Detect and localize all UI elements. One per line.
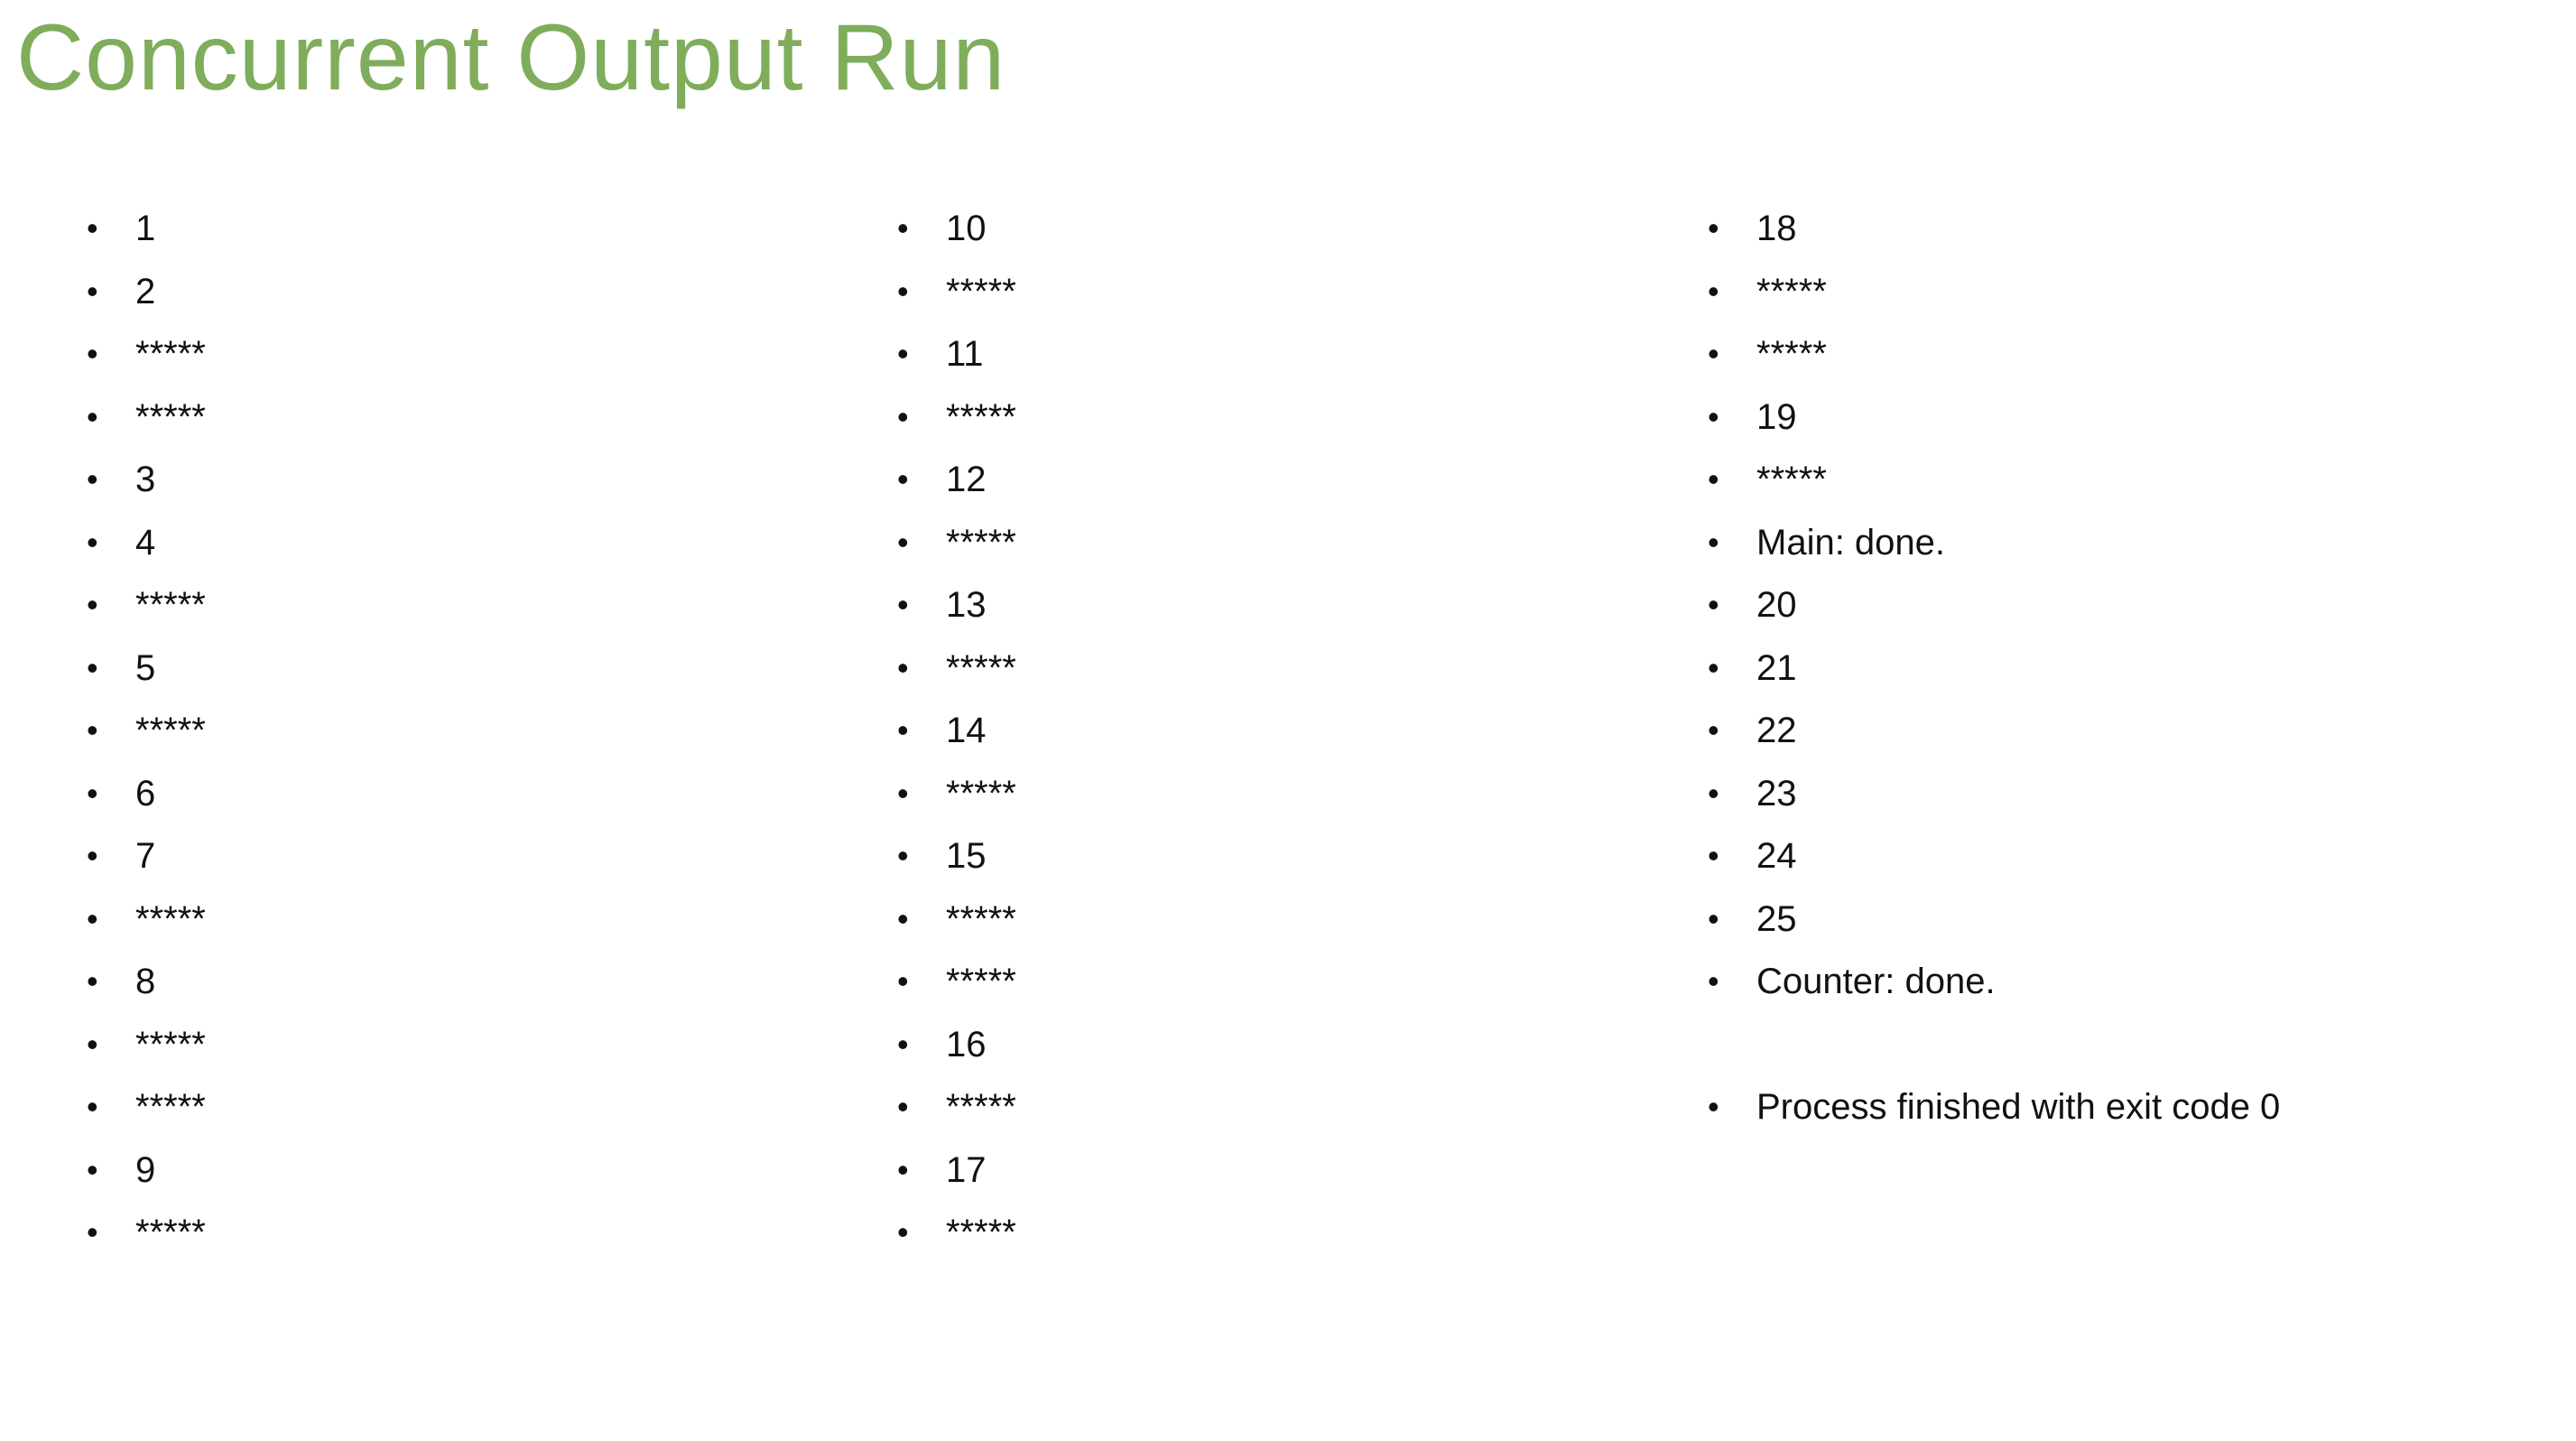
output-line: ***** [87,708,206,771]
output-line: ***** [87,1022,206,1085]
output-line: 2 [87,269,206,332]
output-line: ***** [897,959,1016,1022]
output-line: 23 [1708,771,2280,834]
output-line: ***** [87,1210,206,1273]
output-line: ***** [897,395,1016,458]
output-line: ***** [87,582,206,646]
output-line: 6 [87,771,206,834]
output-line: ***** [897,269,1016,332]
output-line: ***** [87,331,206,395]
output-line: 20 [1708,582,2280,646]
output-line: 7 [87,833,206,897]
output-line: 4 [87,520,206,583]
output-line: 5 [87,646,206,709]
output-line: 3 [87,457,206,520]
output-line: ***** [1708,269,2280,332]
output-line: 19 [1708,395,2280,458]
output-line: ***** [897,1084,1016,1148]
output-line: 12 [897,457,1016,520]
counter-done-line: Counter: done. [1708,959,2280,1022]
output-line: 22 [1708,708,2280,771]
output-line: ***** [897,771,1016,834]
output-line: 24 [1708,833,2280,897]
output-line: 11 [897,331,1016,395]
output-line: ***** [897,1210,1016,1273]
output-line: 17 [897,1148,1016,1211]
output-line: ***** [1708,457,2280,520]
output-line: 15 [897,833,1016,897]
output-line: ***** [87,1084,206,1148]
output-line: 21 [1708,646,2280,709]
output-line: ***** [87,897,206,960]
output-line: 25 [1708,897,2280,960]
output-line: ***** [87,395,206,458]
output-line: 10 [897,206,1016,269]
output-line: ***** [897,897,1016,960]
output-line: ***** [1708,331,2280,395]
output-column-1: 1 2 ***** ***** 3 4 ***** 5 ***** 6 7 **… [87,206,206,1273]
process-finished-line: Process finished with exit code 0 [1708,1084,2280,1148]
output-column-3: 18 ***** ***** 19 ***** Main: done. 20 2… [1708,206,2280,1148]
output-line: 13 [897,582,1016,646]
output-line: 8 [87,959,206,1022]
output-line: 16 [897,1022,1016,1085]
output-column-2: 10 ***** 11 ***** 12 ***** 13 ***** 14 *… [897,206,1016,1273]
output-line: ***** [897,646,1016,709]
output-line: 9 [87,1148,206,1211]
slide-title: Concurrent Output Run [16,5,1006,110]
output-line: 18 [1708,206,2280,269]
main-done-line: Main: done. [1708,520,2280,583]
output-line: 14 [897,708,1016,771]
output-line: 1 [87,206,206,269]
output-line: ***** [897,520,1016,583]
